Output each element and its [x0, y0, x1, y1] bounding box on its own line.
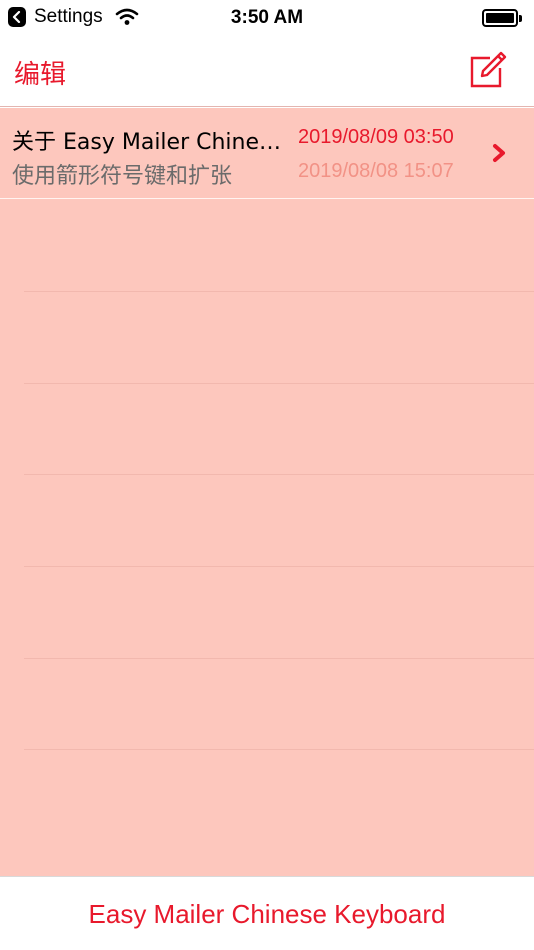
row-separator [24, 291, 534, 292]
note-list[interactable]: 关于 Easy Mailer Chinese Keyboard 使用箭形符号键和… [0, 108, 534, 876]
row-separator [24, 474, 534, 475]
item-title: 关于 Easy Mailer Chinese Keyboard [12, 130, 292, 155]
item-subtitle: 使用箭形符号键和扩张 [12, 164, 233, 189]
status-bar: Settings 3:50 AM [0, 0, 534, 40]
row-separator [24, 383, 534, 384]
item-date-primary: 2019/08/09 03:50 [298, 126, 454, 148]
row-separator [24, 658, 534, 659]
app-title-button[interactable]: Easy Mailer Chinese Keyboard [0, 899, 534, 930]
item-date-secondary: 2019/08/08 15:07 [298, 160, 454, 182]
list-item[interactable]: 关于 Easy Mailer Chinese Keyboard 使用箭形符号键和… [0, 108, 534, 199]
battery-icon [482, 9, 522, 27]
status-time: 3:50 AM [230, 7, 304, 28]
row-separator [24, 566, 534, 567]
chevron-right-icon[interactable] [490, 142, 508, 164]
row-separator [24, 749, 534, 750]
edit-button[interactable]: 编辑 [14, 54, 66, 91]
bottom-toolbar: Easy Mailer Chinese Keyboard [0, 876, 534, 950]
compose-icon[interactable] [468, 50, 508, 90]
nav-bar: 编辑 [0, 40, 534, 107]
